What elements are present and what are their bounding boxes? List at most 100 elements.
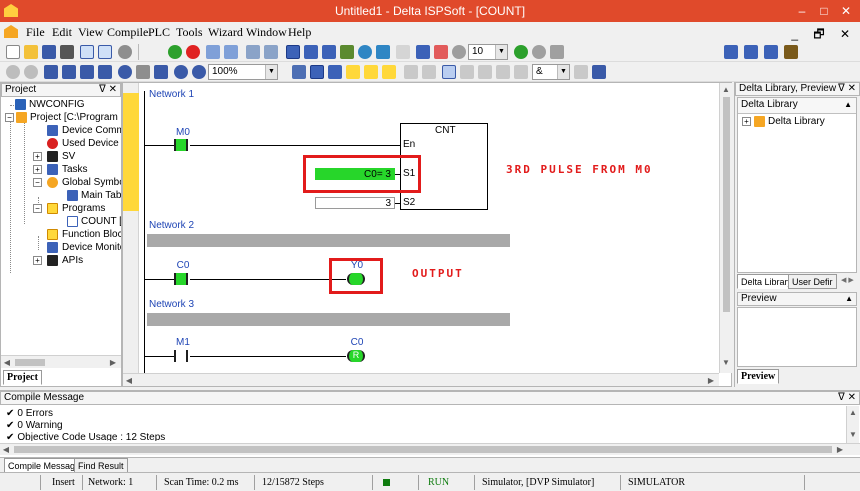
new-file-icon[interactable] <box>6 45 20 59</box>
tree-item-count[interactable]: COUNT [F <box>1 215 121 228</box>
s2-value-display[interactable]: 3 <box>315 197 395 209</box>
cut-icon[interactable] <box>44 65 58 79</box>
menu-window[interactable]: Window <box>246 25 287 40</box>
tree-item-programs[interactable]: − Programs <box>1 202 121 215</box>
grid-view-icon[interactable] <box>724 45 738 59</box>
list-view-icon[interactable] <box>744 45 758 59</box>
project-horizontal-scrollbar[interactable]: ◀ ▶ <box>1 355 121 368</box>
chevron-down-icon[interactable]: ▼ <box>557 65 569 79</box>
print-icon[interactable] <box>60 45 74 59</box>
expand-icon[interactable]: + <box>33 165 42 174</box>
scroll-down-icon[interactable]: ▼ <box>720 358 732 367</box>
bookmark-icon[interactable] <box>346 65 360 79</box>
tree-item-used-device[interactable]: Used Device R <box>1 137 121 150</box>
verify-icon[interactable] <box>264 45 278 59</box>
step-into-icon[interactable] <box>416 45 430 59</box>
copy-icon[interactable] <box>62 65 76 79</box>
contact-m1[interactable] <box>174 350 188 362</box>
menu-view[interactable]: View <box>78 25 103 40</box>
download-icon[interactable] <box>206 45 220 59</box>
pin-icon[interactable]: ᐁ ✕ <box>838 392 856 404</box>
menu-plc[interactable]: PLC <box>148 25 170 40</box>
tree-item-nwconfig[interactable]: NWCONFIG <box>1 98 121 111</box>
clock-icon[interactable] <box>452 45 466 59</box>
editor-horizontal-scrollbar[interactable]: ◀ ▶ <box>123 373 719 386</box>
scrollbar-thumb[interactable] <box>15 359 45 366</box>
table-monitor-icon[interactable] <box>322 45 336 59</box>
refresh-icon[interactable] <box>532 45 546 59</box>
zoom-select[interactable]: 100% ▼ <box>208 64 278 80</box>
scroll-right-icon[interactable]: ▶ <box>107 358 119 367</box>
collapse-icon[interactable]: − <box>33 204 42 213</box>
tree-item-main-table[interactable]: Main Tabl <box>1 189 121 202</box>
tree-item-sv[interactable]: + SV <box>1 150 121 163</box>
menu-file[interactable]: File <box>26 25 45 40</box>
run-icon[interactable] <box>168 45 182 59</box>
delete-icon[interactable] <box>98 65 112 79</box>
coil-icon[interactable] <box>478 65 492 79</box>
expand-icon[interactable]: + <box>742 117 751 126</box>
back-icon[interactable] <box>6 65 20 79</box>
step-count-input[interactable]: 10 ▼ <box>468 44 508 60</box>
green-light-icon[interactable] <box>514 45 528 59</box>
menu-help[interactable]: Help <box>288 25 311 40</box>
tree-item-apis[interactable]: + APIs <box>1 254 121 267</box>
library-view-icon[interactable] <box>784 45 798 59</box>
menu-tools[interactable]: Tools <box>176 25 203 40</box>
scroll-left-icon[interactable]: ◀ <box>0 445 12 454</box>
add-branch-icon[interactable] <box>592 65 606 79</box>
view-icon[interactable] <box>80 45 94 59</box>
tree-item-tasks[interactable]: + Tasks <box>1 163 121 176</box>
network-2-comment-bar[interactable] <box>147 234 510 247</box>
find-icon[interactable] <box>118 65 132 79</box>
insert-network-icon[interactable] <box>310 65 324 79</box>
scroll-up-icon[interactable]: ▲ <box>847 408 859 417</box>
step-icon[interactable] <box>396 45 410 59</box>
scrollbar-thumb[interactable] <box>723 97 730 312</box>
tree-item-device-comments[interactable]: Device Comme <box>1 124 121 137</box>
tab-scroll-arrows[interactable]: ◀ ▶ <box>841 276 854 284</box>
replace-icon[interactable] <box>136 65 150 79</box>
jump-icon[interactable] <box>154 65 168 79</box>
zoom-in-icon[interactable] <box>174 65 188 79</box>
function-block-icon[interactable] <box>514 65 528 79</box>
compile-horizontal-scrollbar[interactable]: ◀ ▶ <box>0 443 860 455</box>
compare-icon[interactable] <box>246 45 260 59</box>
tab-project[interactable]: Project <box>3 370 42 385</box>
zoom-out-icon[interactable] <box>192 65 206 79</box>
menu-edit[interactable]: Edit <box>52 25 72 40</box>
paste-icon[interactable] <box>80 65 94 79</box>
compile-vertical-scrollbar[interactable]: ▲ ▼ <box>846 406 859 443</box>
device-icon[interactable] <box>340 45 354 59</box>
monitor-icon[interactable] <box>304 45 318 59</box>
chevron-up-icon[interactable]: ▲ <box>845 293 853 305</box>
detail-view-icon[interactable] <box>764 45 778 59</box>
scroll-up-icon[interactable]: ▲ <box>720 85 732 94</box>
network-icon[interactable] <box>376 45 390 59</box>
vertical-line-icon[interactable] <box>404 65 418 79</box>
collapse-icon[interactable]: − <box>5 113 14 122</box>
save-icon[interactable] <box>42 45 56 59</box>
pin-icon[interactable]: ᐁ ✕ <box>838 83 856 95</box>
comment-icon[interactable] <box>292 65 306 79</box>
library-select[interactable]: Delta Library ▲ <box>738 98 856 114</box>
network-edit-icon[interactable] <box>328 65 342 79</box>
contact-no-icon[interactable] <box>460 65 474 79</box>
expand-icon[interactable]: + <box>33 152 42 161</box>
tree-item-project[interactable]: − Project [C:\Program <box>1 111 121 124</box>
expand-icon[interactable]: + <box>33 256 42 265</box>
pin-icon[interactable]: ᐁ ✕ <box>99 84 117 96</box>
network-3-comment-bar[interactable] <box>147 313 510 326</box>
close-button[interactable]: ✕ <box>832 0 860 22</box>
contact-nc-icon[interactable] <box>496 65 510 79</box>
open-folder-icon[interactable] <box>24 45 38 59</box>
tree-item-function-blocks[interactable]: Function Block <box>1 228 121 241</box>
upload-icon[interactable] <box>224 45 238 59</box>
tab-compile-message[interactable]: Compile Message <box>4 458 85 473</box>
chevron-up-icon[interactable]: ▲ <box>844 98 852 112</box>
plc-icon[interactable] <box>358 45 372 59</box>
horizontal-line-icon[interactable] <box>422 65 436 79</box>
scroll-right-icon[interactable]: ▶ <box>705 376 717 385</box>
contact-m0[interactable] <box>174 139 188 151</box>
diamond-icon[interactable] <box>118 45 132 59</box>
